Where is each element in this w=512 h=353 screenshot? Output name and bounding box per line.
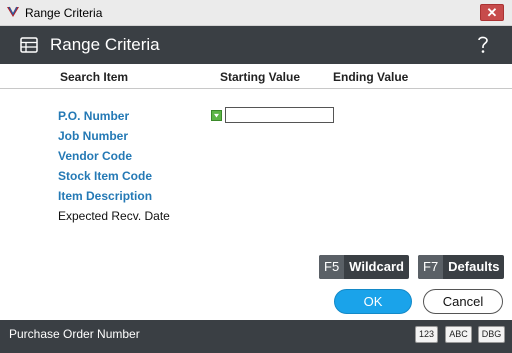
wildcard-label: Wildcard <box>349 259 404 274</box>
status-text: Purchase Order Number <box>9 327 140 341</box>
defaults-label: Defaults <box>448 259 500 274</box>
app-logo-icon <box>7 6 19 17</box>
po-number-starting-value-input[interactable] <box>225 107 334 123</box>
cancel-button[interactable]: Cancel <box>423 289 503 314</box>
column-search-item: Search Item <box>60 70 129 84</box>
column-headers: Search Item Starting Value Ending Value <box>0 64 512 89</box>
window-titlebar: Range Criteria ✕ <box>0 0 512 26</box>
ok-button[interactable]: OK <box>334 289 412 314</box>
field-stock-item-code[interactable]: Stock Item Code <box>58 169 152 183</box>
close-button[interactable]: ✕ <box>480 4 504 21</box>
debug-mode-badge[interactable]: DBG <box>478 326 505 343</box>
defaults-button[interactable]: F7 Defaults <box>418 255 505 279</box>
numeric-mode-badge[interactable]: 123 <box>415 326 438 343</box>
question-mark-icon[interactable] <box>476 34 490 54</box>
field-item-description[interactable]: Item Description <box>58 189 152 203</box>
window-title: Range Criteria <box>25 6 103 20</box>
column-ending-value: Ending Value <box>333 70 409 84</box>
alpha-mode-badge[interactable]: ABC <box>445 326 472 343</box>
field-job-number[interactable]: Job Number <box>58 129 128 143</box>
field-vendor-code[interactable]: Vendor Code <box>58 149 132 163</box>
dialog-header: Range Criteria <box>0 26 512 64</box>
status-bar: Purchase Order Number 123 ABC DBG <box>0 320 512 353</box>
wildcard-key: F5 <box>319 255 345 279</box>
defaults-key: F7 <box>418 255 444 279</box>
table-icon <box>20 37 38 53</box>
field-po-number[interactable]: P.O. Number <box>58 109 129 123</box>
dialog-title: Range Criteria <box>50 35 160 54</box>
wildcard-button[interactable]: F5 Wildcard <box>319 255 409 279</box>
field-expected-recv-date: Expected Recv. Date <box>58 209 170 223</box>
dropdown-arrow-icon[interactable] <box>211 110 222 121</box>
column-starting-value: Starting Value <box>220 70 301 84</box>
